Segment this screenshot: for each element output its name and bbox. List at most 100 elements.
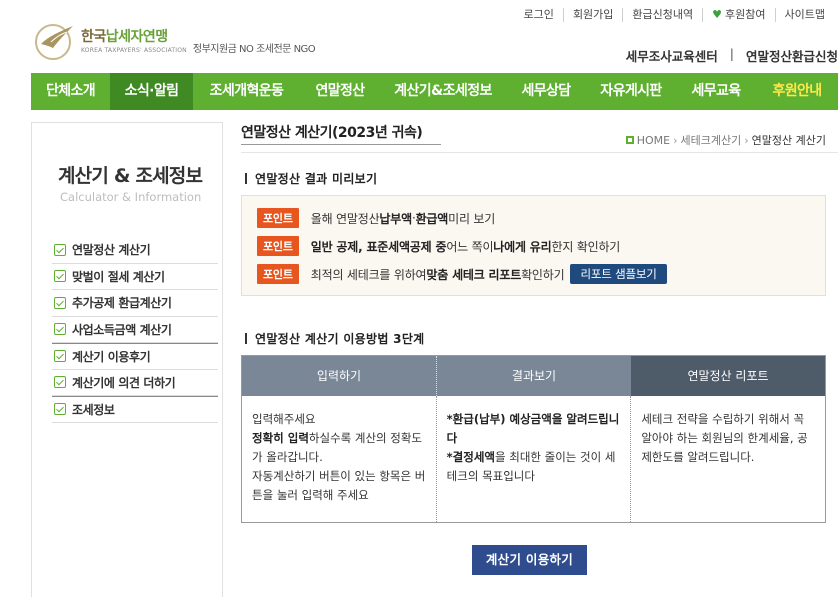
sidebar-item-label: 사업소득금액 계산기 xyxy=(72,322,172,337)
step-text: 세테크 전략을 수립하기 위해서 꼭 알아야 하는 회원님의 한계세율, 공제한… xyxy=(641,412,808,464)
step-header-input: 입력하기 xyxy=(242,356,436,396)
home-icon xyxy=(625,136,634,144)
sidebar-item-label: 맞벌이 절세 계산기 xyxy=(72,269,165,284)
logo-name-2: 납세자연맹 xyxy=(105,29,168,45)
point-bold: 나에게 유리 xyxy=(493,239,552,254)
steps-table: 입력하기 결과보기 연말정산 리포트 입력해주세요 정확히 입력하실수록 계산의… xyxy=(241,355,826,523)
check-icon xyxy=(54,403,66,416)
point-text: 확인하기 xyxy=(521,267,565,282)
step-body-report: 세테크 전략을 수립하기 위해서 꼭 알아야 하는 회원님의 한계세율, 공제한… xyxy=(630,396,825,522)
breadcrumb-separator: › xyxy=(744,133,749,147)
sidebar-item-business-income-calc[interactable]: 사업소득금액 계산기 xyxy=(52,317,218,343)
nav-consulting[interactable]: 세무상담 xyxy=(506,73,586,110)
step-text: 자동계산하기 버튼이 있는 항목은 버튼을 눌러 입력해 주세요 xyxy=(252,469,426,502)
check-icon xyxy=(54,243,66,256)
signup-link[interactable]: 회원가입 xyxy=(562,8,622,22)
preview-box: 포인트 올해 연말정산 납부액 · 환급액 미리 보기 포인트 일반 공제, 표… xyxy=(241,195,826,296)
sidebar-item-reviews[interactable]: 계산기 이용후기 xyxy=(52,343,218,370)
check-icon xyxy=(54,350,66,363)
breadcrumb-current: 연말정산 계산기 xyxy=(751,134,826,147)
point-bold: 환급액 xyxy=(415,211,449,226)
donate-label: 후원참여 xyxy=(725,8,766,21)
separator: | xyxy=(729,46,734,61)
site-logo[interactable]: 한국납세자연맹 KOREA TAXPAYERS' ASSOCIATION 정부지… xyxy=(33,18,316,62)
use-calculator-button[interactable]: 계산기 이용하기 xyxy=(472,545,587,575)
logo-english-name: KOREA TAXPAYERS' ASSOCIATION xyxy=(81,47,187,54)
refund-history-link[interactable]: 환급신청내역 xyxy=(622,8,702,22)
breadcrumb-calculators[interactable]: 세테크계산기 xyxy=(681,132,742,148)
sidebar-item-label: 조세정보 xyxy=(72,402,115,417)
sidebar-item-extra-deduction-calc[interactable]: 추가공제 환급계산기 xyxy=(52,290,218,317)
point-row: 포인트 최적의 세테크를 위하여 맞춤 세테크 리포트 확인하기 리포트 샘플보… xyxy=(257,264,667,284)
point-text: 미리 보기 xyxy=(448,211,496,226)
sitemap-link[interactable]: 사이트맵 xyxy=(774,8,834,22)
preview-heading: 연말정산 결과 미리보기 xyxy=(241,170,377,187)
point-text: 한지 확인하기 xyxy=(551,239,621,254)
steps-heading-text: 연말정산 계산기 이용방법 3단계 xyxy=(255,332,425,346)
sidebar-title: 계산기 & 조세정보 xyxy=(58,165,203,187)
check-icon xyxy=(54,323,66,336)
login-link[interactable]: 로그인 xyxy=(515,8,563,22)
point-bold: 맞춤 세테크 리포트 xyxy=(426,267,522,282)
sidebar-item-feedback[interactable]: 계산기에 의견 더하기 xyxy=(52,370,218,396)
point-row: 포인트 일반 공제, 표준세액공제 중 어느 쪽이 나에게 유리 한지 확인하기 xyxy=(257,236,620,256)
title-underline xyxy=(241,144,441,145)
donate-link[interactable]: ♥ 후원참여 xyxy=(702,8,774,22)
breadcrumb: HOME › 세테크계산기 › 연말정산 계산기 xyxy=(625,132,826,148)
sub-links: 세무조사교육센터 | 연말정산환급신청 xyxy=(626,46,838,65)
check-icon xyxy=(54,376,66,389)
sidebar-item-dual-income-calc[interactable]: 맞벌이 절세 계산기 xyxy=(52,264,218,290)
point-badge: 포인트 xyxy=(257,236,299,256)
refund-apply-link[interactable]: 연말정산환급신청 xyxy=(746,46,838,65)
logo-name-1: 한국 xyxy=(81,29,106,45)
preview-heading-text: 연말정산 결과 미리보기 xyxy=(255,172,378,186)
nav-calculator[interactable]: 계산기&조세정보 xyxy=(380,73,506,110)
step-body-input: 입력해주세요 정확히 입력하실수록 계산의 정확도가 올라갑니다. 자동계산하기… xyxy=(242,396,436,522)
dove-logo-icon xyxy=(35,24,73,60)
sidebar-item-label: 계산기 이용후기 xyxy=(72,349,151,364)
sidebar-item-label: 추가공제 환급계산기 xyxy=(72,296,172,311)
point-text: 어느 쪽이 xyxy=(446,239,494,254)
point-badge: 포인트 xyxy=(257,264,299,284)
nav-board[interactable]: 자유게시판 xyxy=(586,73,676,110)
step-body-result: *환급(납부) 예상금액을 알려드립니다 *결정세액을 최대한 줄이는 것이 세… xyxy=(435,396,631,522)
sidebar: 계산기 & 조세정보 Calculator & Information 연말정산… xyxy=(31,122,223,597)
step-text: 입력해주세요 xyxy=(252,412,316,426)
breadcrumb-home[interactable]: HOME xyxy=(637,134,670,147)
sidebar-menu: 연말정산 계산기 맞벌이 절세 계산기 추가공제 환급계산기 사업소득금액 계산… xyxy=(52,237,218,423)
divider xyxy=(241,152,838,153)
steps-heading: 연말정산 계산기 이용방법 3단계 xyxy=(241,330,425,347)
sidebar-subtitle: Calculator & Information xyxy=(60,190,202,204)
nav-education[interactable]: 세무교육 xyxy=(676,73,756,110)
heart-icon: ♥ xyxy=(712,8,723,21)
utility-links: 로그인 회원가입 환급신청내역 ♥ 후원참여 사이트맵 xyxy=(515,8,834,22)
sidebar-item-label: 연말정산 계산기 xyxy=(72,243,151,258)
point-bold: 일반 공제, 표준세액공제 중 xyxy=(310,239,447,254)
check-icon xyxy=(54,296,66,309)
point-row: 포인트 올해 연말정산 납부액 · 환급액 미리 보기 xyxy=(257,208,495,228)
main-nav: 단체소개 소식·알림 조세개혁운동 연말정산 계산기&조세정보 세무상담 자유게… xyxy=(31,73,838,110)
step-bold: *결정세액 xyxy=(446,450,496,464)
logo-slogan: 정부지원금 NO 조세전문 NGO xyxy=(192,43,316,55)
tax-audit-center-link[interactable]: 세무조사교육센터 xyxy=(626,46,718,65)
sidebar-item-tax-info[interactable]: 조세정보 xyxy=(52,396,218,423)
point-text: 올해 연말정산 xyxy=(310,211,380,226)
sidebar-item-year-end-calc[interactable]: 연말정산 계산기 xyxy=(52,237,218,264)
step-header-result: 결과보기 xyxy=(436,356,631,396)
point-text: 최적의 세테크를 위하여 xyxy=(310,267,427,282)
nav-year-end[interactable]: 연말정산 xyxy=(300,73,380,110)
nav-news[interactable]: 소식·알림 xyxy=(110,73,193,110)
nav-tax-reform[interactable]: 조세개혁운동 xyxy=(193,73,300,110)
step-header-report: 연말정산 리포트 xyxy=(631,356,825,396)
nav-about[interactable]: 단체소개 xyxy=(31,73,110,110)
nav-donation[interactable]: 후원안내 xyxy=(756,73,838,110)
breadcrumb-separator: › xyxy=(673,133,678,147)
step-bold: 정확히 입력 xyxy=(252,431,309,445)
report-sample-button[interactable]: 리포트 샘플보기 xyxy=(570,264,667,284)
point-bold: 납부액 xyxy=(379,211,412,226)
check-icon xyxy=(54,270,66,283)
sidebar-item-label: 계산기에 의견 더하기 xyxy=(72,375,176,390)
step-bold: *환급(납부) 예상금액을 알려드립니다 xyxy=(446,412,620,445)
page-title: 연말정산 계산기(2023년 귀속) xyxy=(241,125,423,141)
point-badge: 포인트 xyxy=(257,208,299,228)
